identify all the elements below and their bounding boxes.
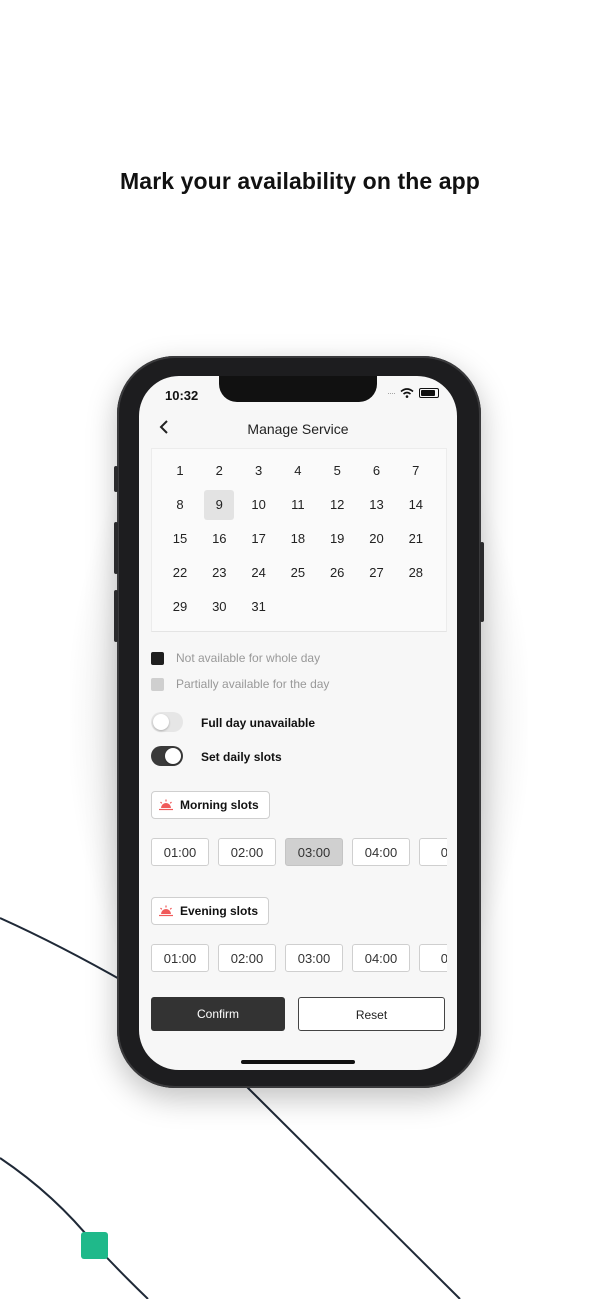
calendar-day[interactable]: 5 [322, 456, 352, 486]
calendar-day[interactable]: 20 [362, 524, 392, 554]
evening-slot[interactable]: 05 [419, 944, 447, 972]
morning-slot[interactable]: 05 [419, 838, 447, 866]
calendar-day[interactable]: 16 [204, 524, 234, 554]
status-icons: ···· [387, 388, 439, 398]
toggle-knob [165, 748, 181, 764]
phone-screen: 10:32 ···· Manage Service 1 2 3 4 5 6 7 8 9 10 11 1… [139, 376, 457, 1070]
accent-square [81, 1232, 108, 1259]
calendar-day[interactable]: 22 [165, 558, 195, 588]
calendar-day[interactable]: 24 [244, 558, 274, 588]
calendar-day[interactable]: 21 [401, 524, 431, 554]
calendar-day[interactable]: 9 [204, 490, 235, 520]
volume-up-button [114, 522, 118, 574]
calendar-day[interactable]: 19 [322, 524, 352, 554]
morning-slots-header[interactable]: Morning slots [151, 791, 270, 819]
calendar-day[interactable]: 2 [204, 456, 234, 486]
calendar-day[interactable]: 1 [165, 456, 195, 486]
evening-slot[interactable]: 03:00 [285, 944, 343, 972]
evening-slot[interactable]: 01:00 [151, 944, 209, 972]
set-daily-slots-toggle[interactable] [151, 746, 183, 766]
calendar-day[interactable]: 13 [362, 490, 392, 520]
home-indicator [241, 1060, 355, 1064]
signal-icon: ···· [387, 388, 396, 398]
evening-slot[interactable]: 04:00 [352, 944, 410, 972]
volume-down-button [114, 590, 118, 642]
mute-switch [114, 466, 118, 492]
calendar-day[interactable]: 27 [362, 558, 392, 588]
calendar-day[interactable]: 7 [401, 456, 431, 486]
full-day-unavailable-label: Full day unavailable [201, 716, 316, 730]
morning-slot[interactable]: 04:00 [352, 838, 410, 866]
sunrise-icon [159, 799, 173, 811]
calendar-day[interactable]: 31 [244, 592, 274, 622]
calendar-day[interactable]: 14 [401, 490, 431, 520]
page-headline: Mark your availability on the app [120, 168, 480, 194]
calendar-day[interactable]: 23 [204, 558, 234, 588]
notch [219, 376, 377, 402]
battery-icon [419, 388, 439, 398]
calendar-grid: 1 2 3 4 5 6 7 8 9 10 11 12 13 14 15 16 17 18 19 20 21 22 23 24 2… [151, 448, 447, 632]
legend-swatch-light [151, 677, 164, 691]
calendar-day[interactable]: 10 [244, 490, 274, 520]
evening-slots-header[interactable]: Evening slots [151, 897, 270, 925]
calendar-day[interactable]: 4 [283, 456, 313, 486]
morning-slot[interactable]: 03:00 [285, 838, 343, 866]
evening-slots-label: Evening slots [180, 904, 259, 918]
calendar-day[interactable]: 8 [165, 490, 195, 520]
evening-slot-row: 01:00 02:00 03:00 04:00 05 [151, 944, 447, 974]
calendar-day[interactable]: 18 [283, 524, 313, 554]
evening-slot[interactable]: 02:00 [218, 944, 276, 972]
calendar-day[interactable]: 15 [165, 524, 195, 554]
legend-not-available: Not available for whole day [151, 651, 320, 665]
legend-swatch-dark [151, 651, 164, 665]
set-daily-slots-label: Set daily slots [201, 750, 282, 764]
morning-slot-row: 01:00 02:00 03:00 04:00 05 [151, 838, 447, 868]
calendar-day[interactable]: 26 [322, 558, 352, 588]
power-button [480, 542, 484, 622]
calendar-day[interactable]: 25 [283, 558, 313, 588]
screen-title: Manage Service [247, 421, 349, 437]
morning-slots-label: Morning slots [180, 798, 259, 812]
legend-partial: Partially available for the day [151, 677, 329, 691]
calendar-day[interactable]: 30 [204, 592, 234, 622]
morning-slot[interactable]: 01:00 [151, 838, 209, 866]
legend-partial-label: Partially available for the day [176, 677, 330, 691]
reset-button[interactable]: Reset [298, 997, 445, 1031]
morning-slot[interactable]: 02:00 [218, 838, 276, 866]
calendar-day[interactable]: 11 [283, 490, 313, 520]
calendar-day[interactable]: 28 [401, 558, 431, 588]
sunset-icon [159, 905, 173, 917]
calendar-day[interactable]: 6 [362, 456, 392, 486]
full-day-unavailable-toggle[interactable] [151, 712, 183, 732]
calendar-day[interactable]: 3 [244, 456, 274, 486]
status-time: 10:32 [165, 388, 199, 403]
confirm-button[interactable]: Confirm [151, 997, 285, 1031]
calendar-day[interactable]: 12 [322, 490, 352, 520]
calendar-day[interactable]: 17 [244, 524, 274, 554]
legend-not-available-label: Not available for whole day [176, 651, 321, 665]
toggle-knob [153, 714, 169, 730]
calendar-day[interactable]: 29 [165, 592, 195, 622]
wifi-icon [400, 388, 414, 398]
